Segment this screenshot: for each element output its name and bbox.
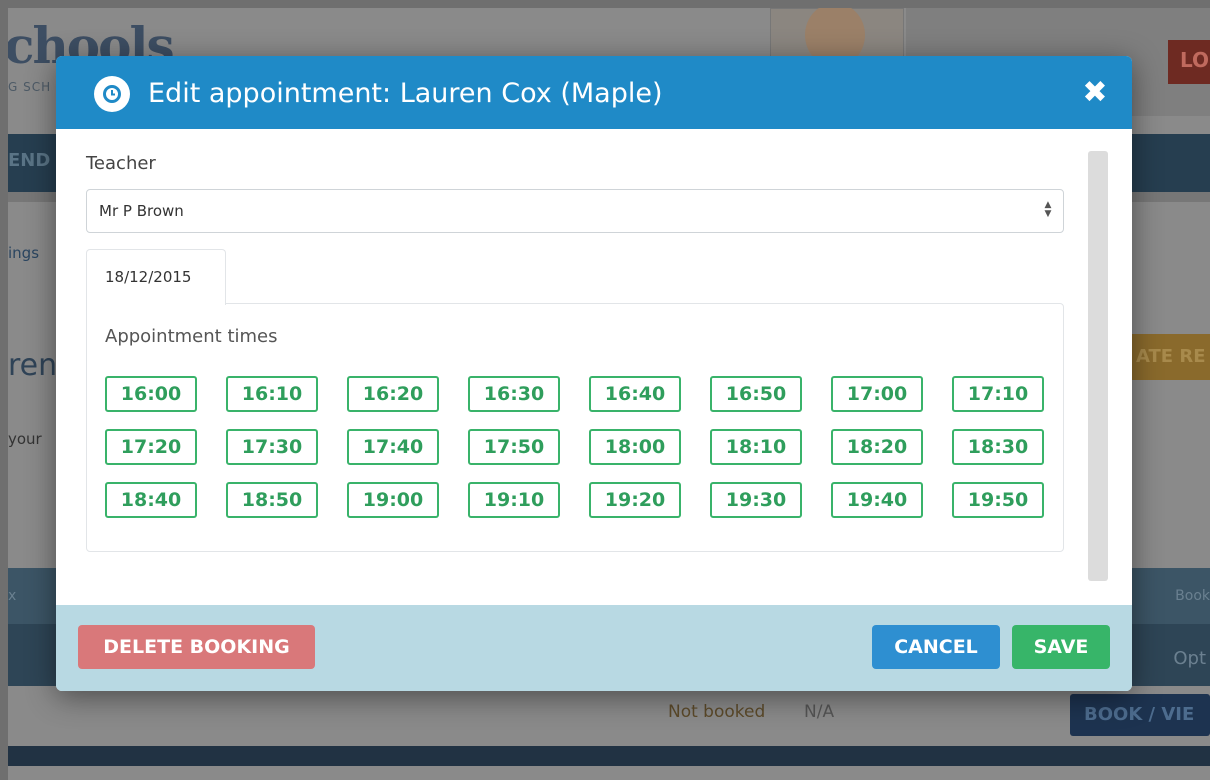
time-slot-button[interactable]: 17:10 xyxy=(952,376,1044,412)
time-slot-button[interactable]: 16:40 xyxy=(589,376,681,412)
modal-title: Edit appointment: Lauren Cox (Maple) xyxy=(148,78,663,109)
time-slot-button[interactable]: 16:50 xyxy=(710,376,802,412)
time-slot-button[interactable]: 16:00 xyxy=(105,376,197,412)
appointment-times-label: Appointment times xyxy=(105,326,278,347)
time-slot-button[interactable]: 19:00 xyxy=(347,482,439,518)
booking-status: Not booked xyxy=(668,702,766,722)
modal-footer: DELETE BOOKING CANCEL SAVE xyxy=(56,605,1132,691)
save-button[interactable]: SAVE xyxy=(1012,625,1110,669)
time-slot-button[interactable]: 18:50 xyxy=(226,482,318,518)
time-slot-button[interactable]: 16:10 xyxy=(226,376,318,412)
modal-header: Edit appointment: Lauren Cox (Maple) ✖ xyxy=(56,56,1132,129)
time-slot-button[interactable]: 17:20 xyxy=(105,429,197,465)
time-slot-button[interactable]: 19:30 xyxy=(710,482,802,518)
column-header: x xyxy=(8,588,17,604)
cancel-button[interactable]: CANCEL xyxy=(872,625,1000,669)
time-slot-button[interactable]: 16:30 xyxy=(468,376,560,412)
booking-time: N/A xyxy=(804,702,835,722)
delete-booking-button[interactable]: DELETE BOOKING xyxy=(78,625,315,669)
time-slot-button[interactable]: 19:40 xyxy=(831,482,923,518)
school-logo-subtitle: G SCH xyxy=(8,80,52,94)
time-slot-button[interactable]: 17:40 xyxy=(347,429,439,465)
edit-appointment-modal: Edit appointment: Lauren Cox (Maple) ✖ T… xyxy=(56,56,1132,691)
time-slot-button[interactable]: 18:30 xyxy=(952,429,1044,465)
column-header-book: Book xyxy=(1175,588,1210,604)
time-slot-button[interactable]: 19:20 xyxy=(589,482,681,518)
appointment-times-panel: Appointment times 16:00 16:10 16:20 16:30 16… xyxy=(86,303,1064,552)
close-icon[interactable]: ✖ xyxy=(1082,78,1108,108)
table-footer xyxy=(8,746,1210,766)
breadcrumb-link[interactable]: ings xyxy=(8,244,39,262)
tab-date[interactable]: 18/12/2015 xyxy=(86,249,226,305)
time-slot-button[interactable]: 18:10 xyxy=(710,429,802,465)
time-slot-button[interactable]: 19:10 xyxy=(468,482,560,518)
time-slot-button[interactable]: 16:20 xyxy=(347,376,439,412)
clock-icon xyxy=(94,76,130,112)
select-arrows-icon: ▲ ▼ xyxy=(1044,200,1052,219)
page-text: your xyxy=(8,430,42,448)
time-slot-button[interactable]: 18:40 xyxy=(105,482,197,518)
time-slot-button[interactable]: 18:00 xyxy=(589,429,681,465)
time-slot-button[interactable]: 17:50 xyxy=(468,429,560,465)
modal-body: Teacher Mr P Brown ▲ ▼ 18/12/2015 Appoint… xyxy=(56,129,1132,605)
orange-action-button[interactable]: ATE RE xyxy=(1126,334,1210,380)
logout-button[interactable]: LO xyxy=(1168,40,1210,84)
time-slot-button[interactable]: 17:00 xyxy=(831,376,923,412)
time-slot-button[interactable]: 19:50 xyxy=(952,482,1044,518)
column-header-options: Opt xyxy=(1173,648,1206,669)
time-slot-button[interactable]: 17:30 xyxy=(226,429,318,465)
book-view-button[interactable]: BOOK / VIE xyxy=(1070,694,1210,736)
modal-scrollbar[interactable] xyxy=(1088,151,1108,581)
nav-item[interactable]: END xyxy=(8,150,50,171)
teacher-label: Teacher xyxy=(86,153,156,174)
page-heading: ren xyxy=(8,348,58,383)
time-slot-button[interactable]: 18:20 xyxy=(831,429,923,465)
teacher-select-value: Mr P Brown xyxy=(99,202,184,220)
teacher-select[interactable]: Mr P Brown ▲ ▼ xyxy=(86,189,1064,233)
